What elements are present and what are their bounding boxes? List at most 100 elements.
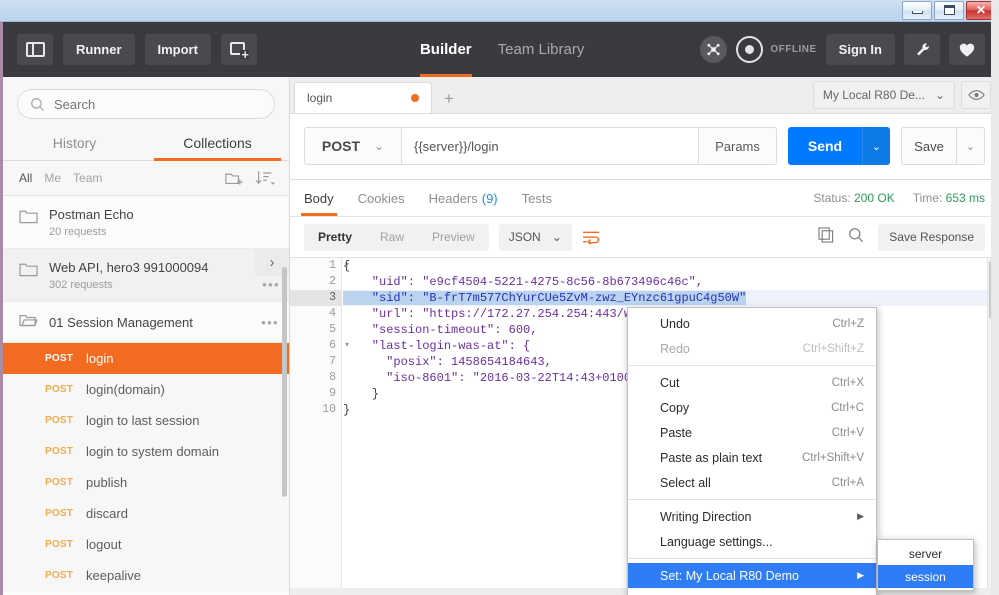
eye-icon (967, 90, 985, 100)
header-tabs: Builder Team Library (419, 22, 585, 77)
environment-quick-look-button[interactable] (961, 81, 991, 109)
environment-selector[interactable]: My Local R80 De... ⌄ (812, 81, 955, 109)
save-response-button[interactable]: Save Response (878, 223, 985, 251)
line-number-value: 6 (329, 339, 336, 352)
filter-all[interactable]: All (19, 171, 32, 185)
copy-icon (818, 226, 834, 243)
folder-item-02-session[interactable]: 02 Session (3, 591, 289, 595)
folder-more-actions-icon[interactable]: ••• (261, 315, 279, 330)
wrench-settings-button[interactable] (904, 34, 940, 65)
sidebar-toggle-icon (25, 42, 45, 57)
line-number-value: 7 (329, 355, 336, 368)
submenu-item-session[interactable]: session (878, 565, 973, 588)
context-menu-item-select-all[interactable]: Select all Ctrl+A (628, 470, 876, 495)
save-options-button[interactable]: ⌄ (957, 127, 985, 165)
sidebar-tabs: History Collections (3, 129, 289, 161)
send-options-button[interactable]: ⌄ (862, 127, 890, 165)
context-menu-item-set-globals[interactable]: Set: Globals (628, 588, 876, 595)
view-mode-preview[interactable]: Preview (418, 224, 489, 251)
request-item-login-to-system-domain[interactable]: POST login to system domain (3, 436, 289, 467)
sync-status-icon[interactable] (736, 36, 764, 63)
request-item-login[interactable]: POST login (3, 343, 289, 374)
favorites-button[interactable] (949, 34, 985, 65)
search-response-button[interactable] (848, 227, 864, 248)
filter-me[interactable]: Me (44, 171, 61, 185)
response-tab-headers[interactable]: Headers (9) (429, 180, 498, 216)
response-tab-body[interactable]: Body (301, 180, 337, 216)
response-format-selector[interactable]: JSON ⌄ (498, 223, 572, 251)
code-line: { (343, 258, 999, 274)
request-item-keepalive[interactable]: POST keepalive (3, 560, 289, 591)
context-menu-item-cut[interactable]: Cut Ctrl+X (628, 370, 876, 395)
line-number: 9 (290, 386, 341, 402)
response-tab-tests[interactable]: Tests (522, 180, 552, 216)
search-input[interactable] (54, 96, 262, 112)
search-box[interactable] (17, 89, 275, 119)
request-method: POST (45, 477, 74, 488)
response-tab-label: Cookies (357, 190, 405, 206)
filter-team[interactable]: Team (73, 171, 102, 185)
sidebar-scrollbar[interactable] (282, 267, 287, 497)
sidebar-tab-collections[interactable]: Collections (146, 129, 289, 161)
import-button[interactable]: Import (144, 34, 211, 65)
save-button[interactable]: Save (901, 127, 957, 165)
sidebar-toggle-button[interactable] (17, 34, 53, 65)
request-item-login-to-last-session[interactable]: POST login to last session (3, 405, 289, 436)
view-mode-pretty[interactable]: Pretty (304, 223, 367, 251)
context-menu-accel: Ctrl+X (831, 376, 864, 389)
context-menu-label: Language settings... (660, 534, 773, 549)
method-selector[interactable]: POST ⌄ (304, 127, 402, 165)
context-menu-item-copy[interactable]: Copy Ctrl+C (628, 395, 876, 420)
new-tab-button[interactable]: + (220, 34, 257, 65)
copy-response-button[interactable] (818, 226, 834, 248)
word-wrap-toggle[interactable] (582, 230, 600, 245)
new-collection-icon[interactable] (225, 170, 243, 186)
sort-icon[interactable] (255, 170, 275, 186)
request-item-login-domain[interactable]: POST login(domain) (3, 374, 289, 405)
line-number: 5 (290, 322, 341, 338)
context-menu-item-paste[interactable]: Paste Ctrl+V (628, 420, 876, 445)
maximize-button[interactable] (934, 0, 964, 20)
interceptor-icon[interactable] (700, 36, 728, 63)
status-value: 200 OK (854, 191, 895, 205)
request-tab-login[interactable]: login (294, 82, 432, 113)
collection-item-web-api[interactable]: Web API, hero3 991000094 302 requests › … (3, 249, 289, 302)
context-menu-item-undo[interactable]: Undo Ctrl+Z (628, 311, 876, 336)
collection-item-postman-echo[interactable]: Postman Echo 20 requests (3, 196, 289, 249)
time-label: Time: (912, 191, 943, 205)
context-menu-label: Copy (660, 400, 690, 415)
add-request-tab-button[interactable]: + (432, 84, 466, 113)
tab-builder[interactable]: Builder (419, 22, 472, 77)
view-mode-raw[interactable]: Raw (366, 224, 418, 251)
sign-in-button[interactable]: Sign In (825, 34, 895, 65)
line-number-value: 9 (329, 387, 336, 400)
chevron-down-icon: ⌄ (374, 139, 385, 153)
context-menu-item-set-my-local-r80-demo[interactable]: Set: My Local R80 Demo ▶ (628, 563, 876, 588)
maximize-icon (943, 5, 955, 15)
folder-item-01-session-management[interactable]: 01 Session Management ••• (3, 302, 289, 343)
minimize-button[interactable] (902, 0, 932, 20)
params-button[interactable]: Params (699, 127, 777, 165)
chevron-down-icon: ⌄ (551, 230, 562, 244)
context-menu-item-redo[interactable]: Redo Ctrl+Shift+Z (628, 336, 876, 361)
close-icon: ✕ (975, 3, 987, 17)
submenu-arrow-icon: ▶ (857, 511, 864, 521)
context-menu-item-writing-direction[interactable]: Writing Direction ▶ (628, 504, 876, 529)
context-menu-item-paste-as-plain-text[interactable]: Paste as plain text Ctrl+Shift+V (628, 445, 876, 470)
request-item-discard[interactable]: POST discard (3, 498, 289, 529)
response-tab-cookies[interactable]: Cookies (358, 180, 405, 216)
runner-button[interactable]: Runner (63, 34, 135, 65)
status-group: Status: 200 OK (813, 191, 894, 205)
collection-more-actions-icon[interactable]: ••• (262, 277, 280, 292)
context-menu-item-language-settings[interactable]: Language settings... (628, 529, 876, 554)
sidebar-tab-history[interactable]: History (3, 129, 146, 160)
environment-area: My Local R80 De... ⌄ (812, 81, 999, 113)
tab-team-library[interactable]: Team Library (498, 22, 585, 77)
url-input[interactable]: {{server}}/login (402, 127, 699, 165)
request-name: logout (86, 537, 122, 552)
request-item-logout[interactable]: POST logout (3, 529, 289, 560)
send-button[interactable]: Send (788, 127, 862, 165)
request-item-publish[interactable]: POST publish (3, 467, 289, 498)
code-line-text: } (343, 387, 380, 401)
submenu-item-server[interactable]: server (878, 542, 973, 565)
